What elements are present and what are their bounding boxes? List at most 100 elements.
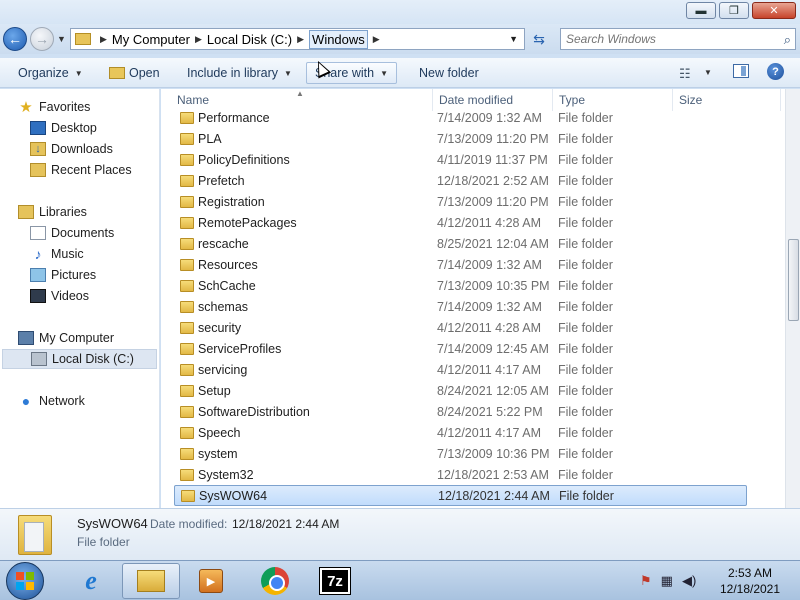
help-icon[interactable]: ? bbox=[767, 63, 784, 80]
folder-icon bbox=[180, 111, 194, 124]
network-status-icon[interactable]: ▦ bbox=[661, 573, 673, 589]
details-type: File folder bbox=[77, 535, 130, 549]
file-name: SysWOW64 bbox=[199, 488, 268, 503]
search-input[interactable] bbox=[566, 32, 766, 46]
details-name: SysWOW64 bbox=[77, 516, 148, 531]
taskbar-windows-explorer[interactable] bbox=[122, 563, 180, 599]
table-row[interactable]: Prefetch 12/18/2021 2:52 AM File folder bbox=[174, 170, 747, 191]
file-type: File folder bbox=[558, 173, 613, 188]
recent-places-icon bbox=[30, 163, 46, 177]
refresh-icon[interactable]: ⇆ bbox=[528, 29, 550, 49]
breadcrumb-my-computer[interactable]: My Computer bbox=[112, 32, 190, 47]
maximize-button[interactable]: ❐ bbox=[719, 2, 749, 19]
change-view-icon[interactable]: ☷ bbox=[679, 66, 691, 82]
breadcrumb-separator[interactable]: ▶ bbox=[297, 34, 304, 45]
taskbar-media-player[interactable]: ▶ bbox=[182, 563, 240, 599]
file-date-modified: 12/18/2021 2:52 AM bbox=[437, 173, 549, 188]
file-date-modified: 8/25/2021 12:04 AM bbox=[437, 236, 549, 251]
address-bar[interactable]: ▶ My Computer ▶ Local Disk (C:) ▶ Window… bbox=[70, 28, 525, 50]
file-date-modified: 12/18/2021 2:44 AM bbox=[438, 488, 550, 503]
folder-icon bbox=[75, 33, 91, 45]
nav-documents[interactable]: Documents bbox=[30, 223, 114, 243]
table-row[interactable]: System32 12/18/2021 2:53 AM File folder bbox=[174, 464, 747, 485]
file-type: File folder bbox=[558, 299, 613, 314]
table-row[interactable]: PolicyDefinitions 4/11/2019 11:37 PM File … bbox=[174, 149, 747, 170]
table-row[interactable]: system 7/13/2009 10:36 PM File folder bbox=[174, 443, 747, 464]
table-row[interactable]: Registration 7/13/2009 11:20 PM File folde… bbox=[174, 191, 747, 212]
include-in-library-button[interactable]: Include in library ▼ bbox=[187, 64, 292, 82]
breadcrumb-separator[interactable]: ▶ bbox=[373, 34, 380, 45]
open-button[interactable]: Open bbox=[109, 64, 160, 82]
file-date-modified: 7/13/2009 11:20 PM bbox=[437, 131, 549, 146]
table-row[interactable]: SysWOW64 12/18/2021 2:44 AM File folder bbox=[174, 485, 747, 506]
system-tray: ⚑ ▦ ◀) bbox=[640, 573, 696, 589]
table-row[interactable]: PLA 7/13/2009 11:20 PM File folder bbox=[174, 128, 747, 149]
nav-music[interactable]: ♪ Music bbox=[30, 244, 84, 264]
table-row[interactable]: schemas 7/14/2009 1:32 AM File folder bbox=[174, 296, 747, 317]
close-button[interactable]: ✕ bbox=[752, 2, 796, 19]
nav-videos[interactable]: Videos bbox=[30, 286, 89, 306]
table-row[interactable]: security 4/12/2011 4:28 AM File folder bbox=[174, 317, 747, 338]
taskbar-7zip[interactable]: 7z bbox=[306, 563, 364, 599]
nav-network[interactable]: ● Network bbox=[18, 391, 85, 411]
scrollbar-thumb[interactable] bbox=[788, 239, 799, 321]
folder-icon bbox=[180, 174, 194, 187]
folder-icon bbox=[180, 447, 194, 460]
preview-pane-icon[interactable] bbox=[733, 64, 749, 78]
table-row[interactable]: rescache 8/25/2021 12:04 AM File folder bbox=[174, 233, 747, 254]
window-controls: ▬ ❐ ✕ bbox=[686, 2, 796, 19]
taskbar-chrome[interactable] bbox=[246, 563, 304, 599]
file-name: Resources bbox=[198, 257, 258, 272]
nav-label: Favorites bbox=[39, 100, 91, 114]
organize-label: Organize bbox=[18, 66, 69, 80]
volume-icon[interactable]: ◀) bbox=[682, 573, 696, 589]
file-name: security bbox=[198, 320, 242, 335]
address-history-dropdown[interactable]: ▼ bbox=[509, 34, 518, 44]
vertical-scrollbar[interactable] bbox=[785, 89, 800, 508]
view-options-dropdown[interactable]: ▼ bbox=[704, 68, 712, 77]
table-row[interactable]: Speech 4/12/2011 4:17 AM File folder bbox=[174, 422, 747, 443]
back-button[interactable]: ← bbox=[3, 27, 27, 51]
table-row[interactable]: Resources 7/14/2009 1:32 AM File folder bbox=[174, 254, 747, 275]
minimize-button[interactable]: ▬ bbox=[686, 2, 716, 19]
search-icon[interactable]: ⌕ bbox=[784, 32, 791, 48]
nav-favorites[interactable]: ★ Favorites bbox=[18, 97, 90, 117]
start-button[interactable] bbox=[6, 562, 44, 600]
taskbar-internet-explorer[interactable]: e bbox=[62, 563, 120, 599]
pictures-icon bbox=[30, 268, 46, 282]
breadcrumb-local-disk[interactable]: Local Disk (C:) bbox=[207, 32, 292, 47]
desktop-icon bbox=[30, 121, 46, 135]
nav-libraries[interactable]: Libraries bbox=[18, 202, 87, 222]
nav-label: Videos bbox=[51, 289, 89, 303]
folder-thumbnail-icon bbox=[18, 515, 52, 555]
nav-downloads[interactable]: ↓ Downloads bbox=[30, 139, 113, 159]
table-row[interactable]: RemotePackages 4/12/2011 4:28 AM File fold… bbox=[174, 212, 747, 233]
action-center-flag-icon[interactable]: ⚑ bbox=[640, 573, 652, 589]
search-box[interactable]: ⌕ bbox=[560, 28, 796, 50]
folder-icon bbox=[180, 237, 194, 250]
organize-button[interactable]: Organize ▼ bbox=[18, 64, 83, 82]
file-name: System32 bbox=[198, 467, 254, 482]
forward-button[interactable]: → bbox=[30, 27, 54, 51]
table-row[interactable]: SchCache 7/13/2009 10:35 PM File folder bbox=[174, 275, 747, 296]
recent-pages-dropdown[interactable]: ▼ bbox=[57, 34, 66, 44]
clock[interactable]: 2:53 AM 12/18/2021 bbox=[712, 565, 788, 597]
breadcrumb-separator[interactable]: ▶ bbox=[195, 34, 202, 45]
file-name: SoftwareDistribution bbox=[198, 404, 310, 419]
nav-local-disk[interactable]: Local Disk (C:) bbox=[2, 349, 157, 369]
file-name: Prefetch bbox=[198, 173, 245, 188]
table-row[interactable]: Setup 8/24/2021 12:05 AM File folder bbox=[174, 380, 747, 401]
breadcrumb-windows[interactable]: Windows bbox=[309, 29, 368, 49]
nav-my-computer[interactable]: My Computer bbox=[18, 328, 114, 348]
new-folder-button[interactable]: New folder bbox=[419, 64, 479, 82]
nav-recent-places[interactable]: Recent Places bbox=[30, 160, 132, 180]
table-row[interactable]: Performance 7/14/2009 1:32 AM File folder bbox=[174, 107, 747, 128]
file-type: File folder bbox=[558, 425, 613, 440]
nav-desktop[interactable]: Desktop bbox=[30, 118, 97, 138]
nav-pictures[interactable]: Pictures bbox=[30, 265, 96, 285]
table-row[interactable]: servicing 4/12/2011 4:17 AM File folder bbox=[174, 359, 747, 380]
file-name: PLA bbox=[198, 131, 222, 146]
table-row[interactable]: SoftwareDistribution 8/24/2021 5:22 PM Fil… bbox=[174, 401, 747, 422]
table-row[interactable]: ServiceProfiles 7/14/2009 12:45 AM File fo… bbox=[174, 338, 747, 359]
breadcrumb-separator[interactable]: ▶ bbox=[100, 34, 107, 45]
